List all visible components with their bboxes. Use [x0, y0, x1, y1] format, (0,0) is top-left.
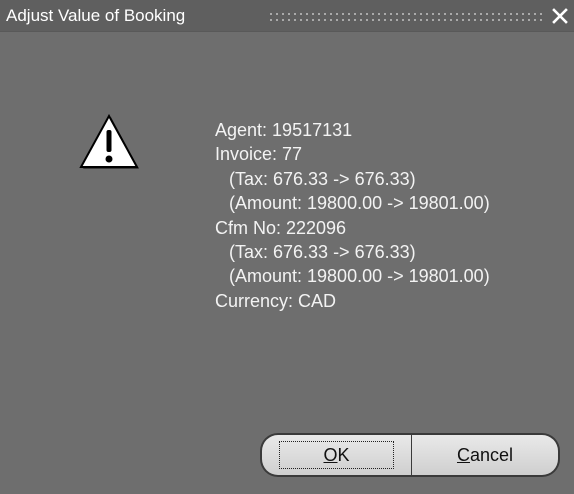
invoice-amount-line: (Amount: 19800.00 -> 19801.00)	[229, 193, 490, 214]
ok-button[interactable]: OK	[260, 433, 412, 477]
warning-icon	[79, 114, 139, 169]
cancel-button[interactable]: Cancel	[411, 433, 560, 477]
cancel-button-mnemonic: C	[456, 445, 470, 465]
window-title: Adjust Value of Booking	[6, 6, 186, 25]
title-bar[interactable]: Adjust Value of Booking	[0, 0, 574, 32]
cfm-tax-line: (Tax: 676.33 -> 676.33)	[229, 242, 416, 263]
cfm-amount-line: (Amount: 19800.00 -> 19801.00)	[229, 266, 490, 287]
dialog-buttons: OK Cancel	[260, 433, 560, 479]
cfm-line: Cfm No: 222096	[215, 217, 347, 238]
ok-button-mnemonic: O	[323, 445, 338, 465]
agent-line: Agent: 19517131	[215, 120, 353, 140]
cancel-button-label-rest: ancel	[469, 445, 514, 465]
booking-details: Agent: 19517131 Invoice: 77 (Tax: 676.33…	[215, 118, 490, 313]
invoice-line: Invoice: 77	[215, 144, 303, 165]
adjust-value-dialog: Adjust Value of Booking Agent: 19517131 …	[0, 0, 574, 494]
close-icon[interactable]	[552, 8, 568, 24]
invoice-tax-line: (Tax: 676.33 -> 676.33)	[229, 168, 416, 189]
currency-line: Currency: CAD	[215, 290, 337, 311]
ok-button-label-rest: K	[337, 445, 350, 465]
title-bar-pattern	[268, 11, 543, 23]
